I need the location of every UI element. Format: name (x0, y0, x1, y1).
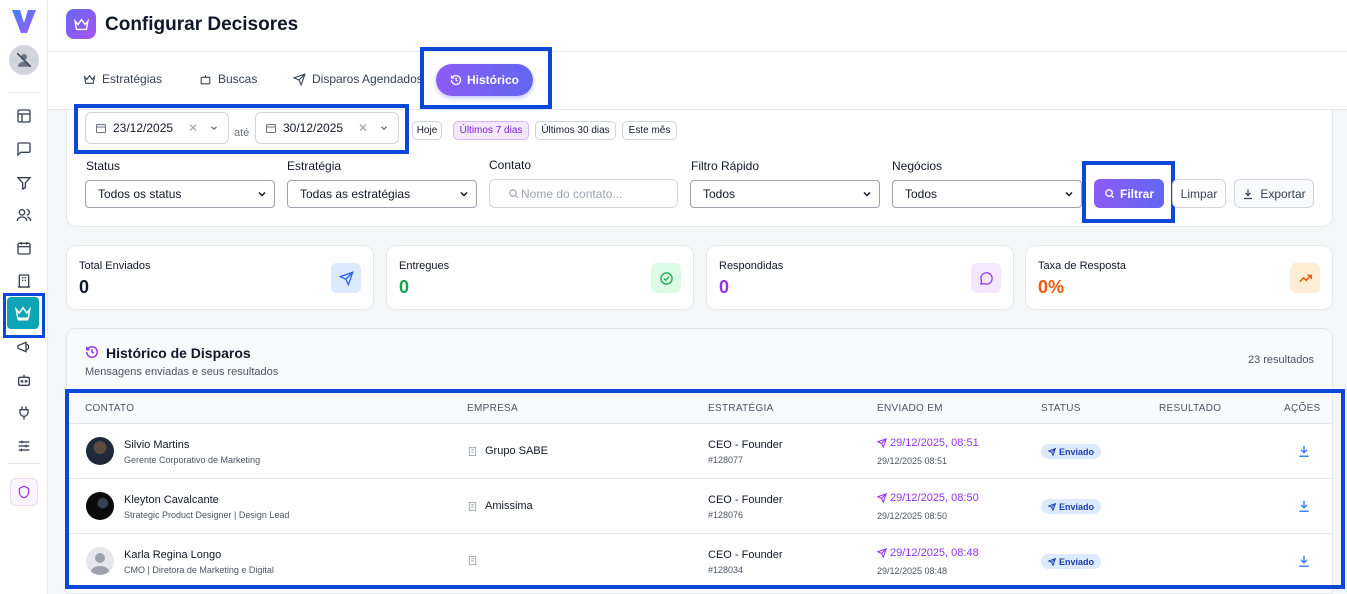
send-icon (293, 72, 306, 86)
chevron-down-icon (863, 191, 871, 197)
contato-search-input[interactable]: Nome do contato... (489, 179, 678, 208)
exportar-button[interactable]: Exportar (1234, 179, 1314, 208)
filtro-rapido-label: Filtro Rápido (691, 159, 760, 173)
estrategia-label: Estratégia (287, 159, 342, 173)
chat-icon[interactable] (14, 139, 34, 159)
crown-icon (66, 9, 96, 39)
contato-placeholder: Nome do contato... (521, 186, 623, 201)
tab-historico[interactable]: Histórico (436, 64, 533, 96)
chevron-down-icon (460, 191, 468, 197)
table-highlight (65, 389, 1345, 589)
megaphone-icon[interactable] (14, 337, 34, 357)
plug-icon[interactable] (14, 403, 34, 423)
building-icon[interactable] (14, 271, 34, 291)
quick-filter-30-dias[interactable]: Últimos 30 dias (535, 121, 616, 140)
tab-disparos-agendados[interactable]: Disparos Agendados (293, 72, 423, 86)
quick-filter-hoje[interactable]: Hoje (412, 121, 442, 140)
chevron-down-icon (1065, 191, 1073, 197)
tab-buscas[interactable]: Buscas (199, 72, 257, 86)
filtro-rapido-select[interactable]: Todos (690, 180, 880, 208)
chevron-down-icon (258, 191, 266, 197)
search-icon (509, 189, 519, 199)
stat-card-respondidas: Respondidas 0 (706, 245, 1014, 310)
trending-up-icon (1290, 263, 1320, 293)
chevron-down-icon (211, 126, 217, 131)
tab-label: Buscas (218, 72, 258, 86)
tab-label: Estratégias (102, 72, 163, 86)
results-count: 23 resultados (1247, 354, 1314, 366)
date-separator: até (234, 127, 250, 139)
robot-icon[interactable] (14, 370, 34, 390)
stat-label: Entregues (399, 260, 450, 272)
check-circle-icon (651, 263, 681, 293)
layout-icon[interactable] (14, 106, 34, 126)
user-avatar[interactable] (9, 45, 39, 75)
calendar-icon (266, 124, 276, 133)
shield-icon (18, 485, 30, 499)
funnel-icon[interactable] (14, 173, 34, 193)
filtrar-button[interactable]: Filtrar (1094, 179, 1164, 208)
filtro-rapido-value: Todos (703, 187, 736, 201)
tab-label: Disparos Agendados (312, 72, 423, 86)
stat-label: Respondidas (719, 260, 784, 272)
estrategia-value: Todas as estratégias (300, 187, 411, 201)
clear-icon[interactable]: ✕ (358, 121, 368, 135)
tab-bar: Estratégias Buscas Disparos Agendados Hi… (48, 47, 1347, 110)
stat-card-entregues: Entregues 0 (386, 245, 694, 310)
status-value: Todos os status (98, 187, 182, 201)
negocios-value: Todos (905, 187, 938, 201)
search-icon (1105, 189, 1115, 199)
status-select[interactable]: Todos os status (85, 180, 275, 208)
date-from-value: 23/12/2025 (113, 121, 174, 135)
date-from-input[interactable]: 23/12/2025 ✕ (85, 112, 229, 144)
message-icon (971, 263, 1001, 293)
history-icon (86, 346, 98, 358)
app-logo-icon[interactable] (9, 6, 39, 36)
page-title: Configurar Decisores (105, 14, 299, 35)
status-label: Status (86, 159, 121, 173)
estrategia-select[interactable]: Todas as estratégias (287, 180, 477, 208)
history-title: Histórico de Disparos (106, 345, 251, 361)
calendar-icon[interactable] (14, 238, 34, 258)
exportar-label: Exportar (1260, 186, 1306, 201)
filtrar-label: Filtrar (1119, 186, 1154, 201)
stat-label: Total Enviados (79, 260, 151, 272)
negocios-label: Negócios (892, 159, 943, 173)
page-header: Configurar Decisores (48, 0, 1347, 52)
stat-card-taxa-resposta: Taxa de Resposta 0% (1025, 245, 1333, 310)
robot-icon (200, 74, 211, 84)
crown-icon (15, 306, 31, 321)
clear-icon[interactable]: ✕ (188, 121, 198, 135)
stat-value: 0 (399, 277, 410, 297)
quick-filter-7-dias[interactable]: Últimos 7 dias (453, 121, 529, 140)
stat-label: Taxa de Resposta (1038, 260, 1127, 272)
sidebar-item-decisores[interactable] (7, 297, 39, 329)
negocios-select[interactable]: Todos (892, 180, 1082, 208)
sidebar-divider (8, 463, 40, 464)
contato-label: Contato (489, 158, 532, 172)
crown-icon (83, 74, 96, 84)
limpar-button[interactable]: Limpar (1172, 179, 1226, 208)
send-icon (331, 263, 361, 293)
tab-label: Histórico (466, 73, 519, 87)
history-icon (450, 74, 462, 86)
sliders-icon[interactable] (14, 436, 34, 456)
calendar-icon (96, 124, 106, 133)
stat-card-total-enviados: Total Enviados 0 (66, 245, 374, 310)
stat-value: 0 (79, 277, 90, 297)
sidebar (0, 0, 48, 594)
stat-value: 0% (1038, 277, 1065, 297)
date-to-input[interactable]: 30/12/2025 ✕ (255, 112, 399, 144)
stat-value: 0 (719, 277, 730, 297)
download-icon (1244, 189, 1253, 199)
quick-filter-este-mes[interactable]: Este mês (622, 121, 677, 140)
sidebar-divider (8, 92, 40, 93)
sidebar-item-admin[interactable] (10, 478, 38, 506)
users-icon[interactable] (14, 205, 34, 225)
date-to-value: 30/12/2025 (283, 121, 344, 135)
chevron-down-icon (381, 126, 387, 131)
history-subtitle: Mensagens enviadas e seus resultados (85, 366, 279, 378)
tab-estrategias[interactable]: Estratégias (83, 72, 162, 86)
